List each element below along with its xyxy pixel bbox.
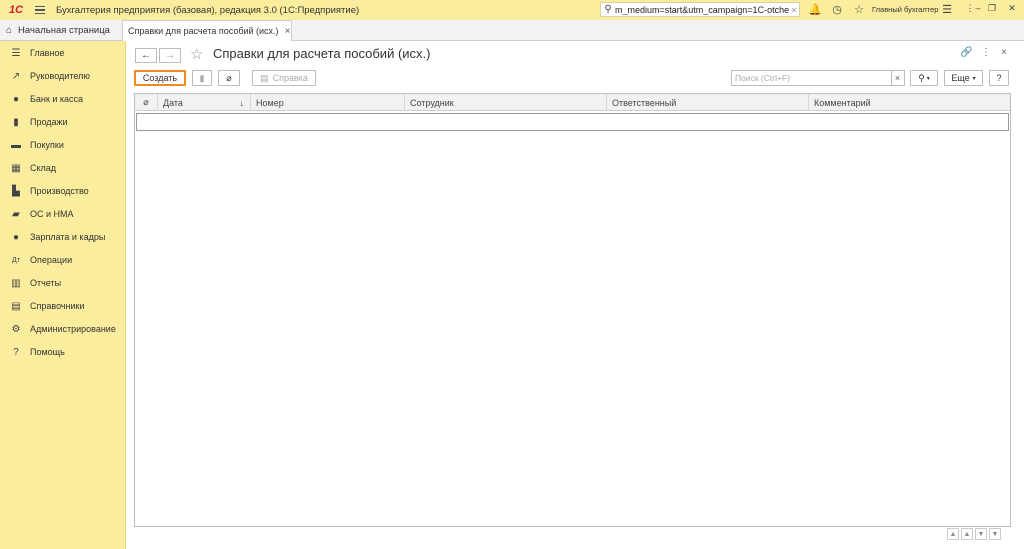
tab-document[interactable]: Справки для расчета пособий (исх.) × (122, 20, 292, 41)
coins-icon: ● (12, 93, 20, 105)
main-menu-icon[interactable] (32, 0, 50, 20)
tab-home[interactable]: ⌂ Начальная страница (0, 20, 122, 40)
arrow-left-icon: ← (141, 50, 151, 61)
scroll-bottom-icon[interactable]: ▼ (989, 528, 1001, 540)
app-title: Бухгалтерия предприятия (базовая), редак… (56, 4, 360, 16)
scroll-top-icon[interactable]: ▲ (947, 528, 959, 540)
sidebar-item-reports[interactable]: ▥ Отчеты (0, 273, 126, 293)
copy-icon: ▮ (199, 72, 205, 83)
gear-icon: ⚙ (11, 323, 21, 335)
sidebar-item-operations[interactable]: Дт Операции (0, 250, 126, 270)
bell-icon[interactable]: 🔔 (808, 3, 822, 16)
arrow-right-icon: → (165, 50, 175, 61)
favorite-star-icon[interactable]: ☆ (190, 45, 203, 63)
tab-bar: ⌂ Начальная страница Справки для расчета… (0, 20, 1024, 41)
column-comment[interactable]: Комментарий (809, 94, 1010, 111)
truck-icon: ▰ (12, 208, 20, 220)
copy-button[interactable]: ▮ (192, 70, 212, 86)
clear-search-icon[interactable]: × (789, 5, 799, 15)
column-responsible[interactable]: Ответственный (607, 94, 809, 111)
column-date[interactable]: Дата ↓ (158, 94, 251, 111)
back-button[interactable]: ← (135, 48, 157, 63)
search-icon: ⚲ (918, 72, 925, 83)
column-employee[interactable]: Сотрудник (405, 94, 607, 111)
bag-icon: ▮ (13, 116, 19, 128)
close-form-icon[interactable]: × (998, 47, 1010, 58)
restore-icon[interactable]: ❐ (986, 3, 998, 14)
person-icon: ● (12, 231, 20, 243)
favorites-star-icon[interactable]: ☆ (852, 3, 866, 16)
history-icon[interactable]: ◷ (830, 3, 844, 16)
report-icon: ▥ (11, 277, 21, 289)
warehouse-icon: ▦ (11, 162, 21, 174)
link-icon[interactable]: 🔗 (960, 47, 972, 58)
factory-icon: ▙ (12, 185, 20, 197)
more-vertical-icon[interactable]: ⋮ (980, 47, 992, 58)
main-content: ← → ☆ Справки для расчета пособий (исх.)… (126, 41, 1024, 549)
close-tab-icon[interactable]: × (285, 26, 291, 37)
minimize-icon[interactable]: – (972, 3, 984, 13)
sidebar-item-production[interactable]: ▙ Производство (0, 181, 126, 201)
title-bar: 1С Бухгалтерия предприятия (базовая), ре… (0, 0, 1024, 20)
chevron-down-icon: ▾ (972, 75, 976, 82)
documents-table[interactable]: ⌀ Дата ↓ Номер Сотрудник Ответственный К… (134, 93, 1011, 527)
sidebar-item-warehouse[interactable]: ▦ Склад (0, 158, 126, 178)
sidebar-item-purchases[interactable]: ▬ Покупки (0, 135, 126, 155)
sidebar-item-help[interactable]: ? Помощь (0, 342, 126, 362)
app-logo: 1С (8, 4, 24, 16)
paperclip-icon: ⌀ (226, 72, 232, 83)
sidebar-item-assets[interactable]: ▰ ОС и НМА (0, 204, 126, 224)
sidebar-item-salary[interactable]: ● Зарплата и кадры (0, 227, 126, 247)
settings-lines-icon[interactable]: ☰ (940, 3, 954, 16)
sidebar: ☰ Главное ↗ Руководителю ● Банк и касса … (0, 41, 126, 549)
sidebar-item-admin[interactable]: ⚙ Администрирование (0, 319, 126, 339)
trend-icon: ↗ (11, 70, 21, 82)
book-icon: ▤ (11, 300, 21, 312)
search-options-button[interactable]: ⚲ ▾ (910, 70, 938, 86)
table-header: ⌀ Дата ↓ Номер Сотрудник Ответственный К… (135, 94, 1010, 111)
create-button[interactable]: Создать (134, 70, 186, 86)
sidebar-item-bank[interactable]: ● Банк и касса (0, 89, 126, 109)
menu-lines-icon: ☰ (11, 47, 21, 59)
help-print-button[interactable]: ▤ Справка (252, 70, 316, 86)
attachment-column-header[interactable]: ⌀ (135, 94, 158, 111)
page-title: Справки для расчета пособий (исх.) (213, 46, 431, 61)
sidebar-item-sales[interactable]: ▮ Продажи (0, 112, 126, 132)
list-search-input[interactable]: Поиск (Ctrl+F) (731, 70, 892, 86)
sidebar-item-manager[interactable]: ↗ Руководителю (0, 66, 126, 86)
forward-button[interactable]: → (159, 48, 181, 63)
more-button[interactable]: Еще ▾ (944, 70, 983, 86)
scroll-up-icon[interactable]: ▲ (961, 528, 973, 540)
chevron-down-icon: ▾ (926, 75, 930, 82)
close-window-icon[interactable]: ✕ (1006, 3, 1018, 14)
global-search-input[interactable]: ⚲ m_medium=start&utm_campaign=1C-otchetn… (600, 2, 800, 17)
help-icon: ? (13, 346, 19, 358)
clear-list-search-button[interactable]: × (891, 70, 905, 86)
current-user[interactable]: Главный бухгалтер (872, 5, 938, 14)
sort-down-icon: ↓ (239, 97, 245, 108)
home-icon: ⌂ (6, 24, 13, 36)
scroll-down-icon[interactable]: ▼ (975, 528, 987, 540)
paperclip-icon: ⌀ (143, 97, 149, 107)
cart-icon: ▬ (11, 139, 21, 151)
sidebar-item-main[interactable]: ☰ Главное (0, 43, 126, 63)
table-row[interactable] (136, 113, 1009, 131)
operations-icon: Дт (12, 256, 20, 264)
list-scroll-buttons: ▲ ▲ ▼ ▼ (947, 528, 1001, 540)
attach-button[interactable]: ⌀ (218, 70, 240, 86)
column-number[interactable]: Номер (251, 94, 405, 111)
sidebar-item-catalogs[interactable]: ▤ Справочники (0, 296, 126, 316)
printer-icon: ▤ (260, 72, 269, 83)
search-icon: ⚲ (604, 4, 612, 15)
help-button[interactable]: ? (989, 70, 1009, 86)
